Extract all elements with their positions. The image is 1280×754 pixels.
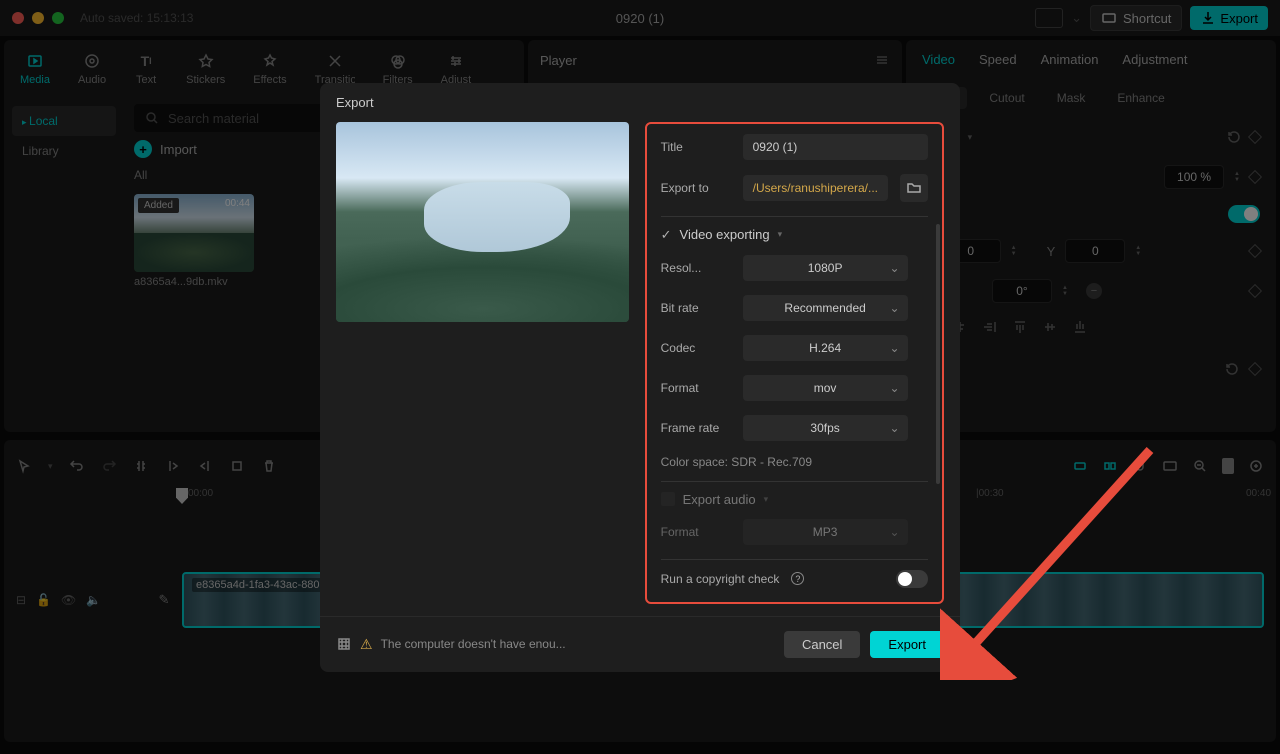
browse-folder-button[interactable]: [900, 174, 928, 202]
export-path-display: /Users/ranushiperera/...: [743, 175, 888, 201]
audio-format-dropdown: MP3: [743, 519, 908, 545]
cancel-button[interactable]: Cancel: [784, 631, 860, 658]
codec-label: Codec: [661, 341, 731, 355]
bitrate-dropdown[interactable]: Recommended: [743, 295, 908, 321]
export-settings-highlighted: Title Export to /Users/ranushiperera/...…: [645, 122, 944, 604]
folder-icon: [906, 180, 922, 196]
copyright-check-label: Run a copyright check: [661, 572, 780, 586]
resolution-label: Resol...: [661, 261, 731, 275]
video-exporting-label: Video exporting: [680, 227, 770, 242]
copyright-toggle[interactable]: [896, 570, 928, 588]
framerate-label: Frame rate: [661, 421, 731, 435]
format-label: Format: [661, 381, 731, 395]
exportto-field-label: Export to: [661, 181, 731, 195]
codec-dropdown[interactable]: H.264: [743, 335, 908, 361]
footer-warning-text: The computer doesn't have enou...: [381, 637, 566, 651]
resolution-dropdown[interactable]: 1080P: [743, 255, 908, 281]
export-dialog: Export Title Export to /Users/ranushiper…: [320, 83, 960, 672]
info-icon[interactable]: ?: [791, 572, 804, 585]
colorspace-info: Color space: SDR - Rec.709: [661, 455, 928, 469]
title-input[interactable]: [743, 134, 928, 160]
scrollbar[interactable]: [936, 224, 940, 484]
audio-export-checkbox[interactable]: [661, 492, 675, 506]
video-export-checkbox[interactable]: ✓: [661, 227, 672, 243]
format-dropdown[interactable]: mov: [743, 375, 908, 401]
bitrate-label: Bit rate: [661, 301, 731, 315]
export-button[interactable]: Export: [870, 631, 944, 658]
title-field-label: Title: [661, 140, 731, 154]
audio-export-label: Export audio: [683, 492, 756, 507]
warning-icon: ⚠: [360, 636, 373, 653]
audio-format-label: Format: [661, 525, 731, 539]
framerate-dropdown[interactable]: 30fps: [743, 415, 908, 441]
dialog-title: Export: [320, 83, 960, 122]
export-dialog-overlay: Export Title Export to /Users/ranushiper…: [0, 0, 1280, 754]
export-preview-thumbnail: [336, 122, 629, 322]
film-icon: [336, 636, 352, 652]
